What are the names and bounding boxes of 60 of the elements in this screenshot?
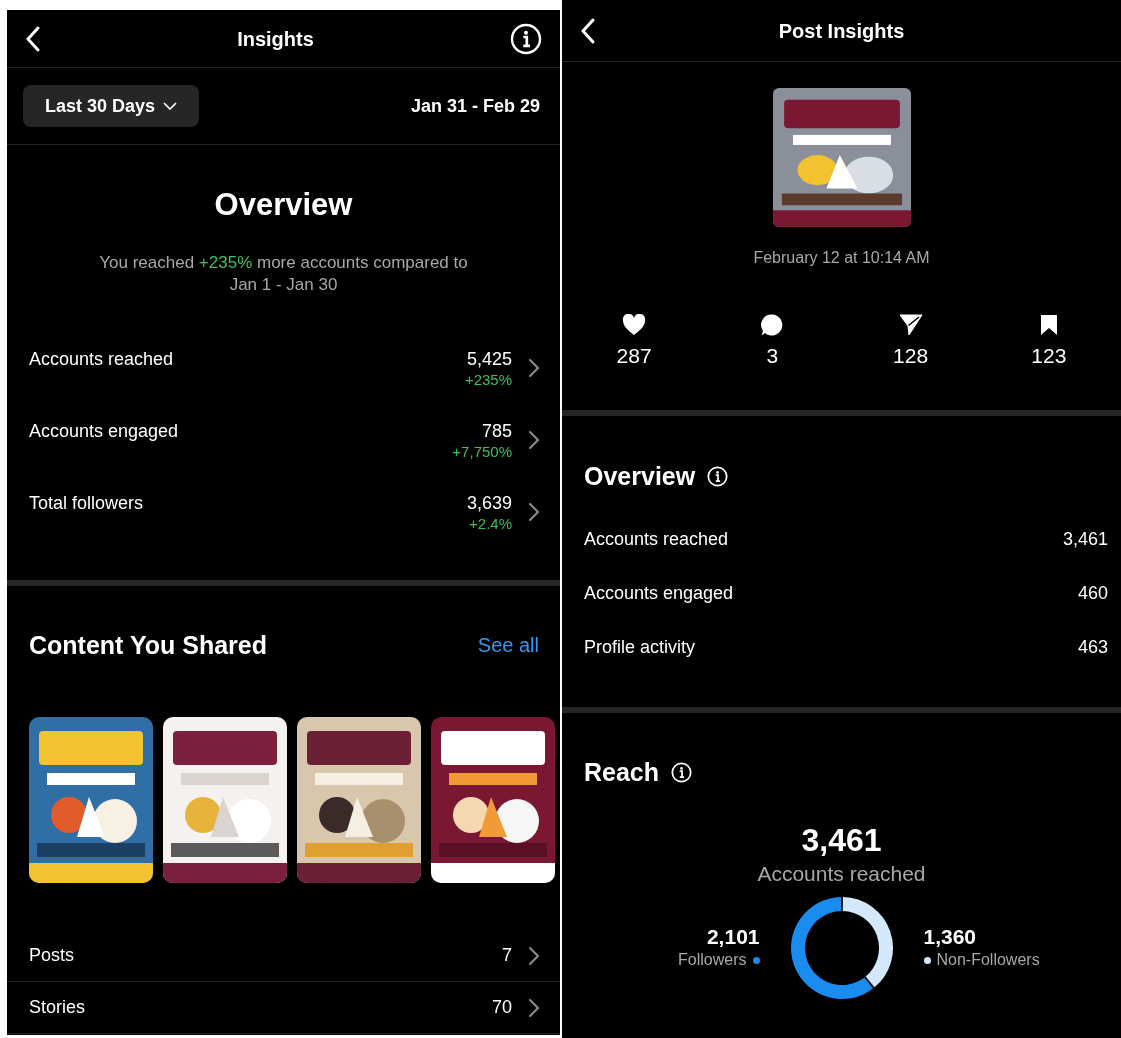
metric-label: Accounts engaged: [584, 581, 735, 605]
chevron-right-icon: [528, 430, 540, 450]
screen-title: Post Insights: [778, 18, 905, 44]
back-icon[interactable]: [25, 25, 41, 52]
see-all-link[interactable]: See all: [477, 630, 539, 660]
info-icon[interactable]: [671, 761, 693, 783]
metric-change: +2.4%: [469, 514, 512, 534]
content-row[interactable]: Posts 7: [7, 930, 560, 982]
stat-count: 123: [1031, 344, 1067, 368]
chevron-right-icon: [528, 502, 540, 522]
content-row[interactable]: Stories 70: [7, 982, 560, 1034]
reach-total: 3,461: [801, 822, 882, 858]
info-icon[interactable]: [707, 465, 729, 487]
metric-label: Profile activity: [584, 635, 697, 659]
back-icon[interactable]: [580, 17, 596, 44]
metric-value: 5,425: [466, 348, 512, 370]
stat-count: 3: [766, 344, 779, 368]
metric-row[interactable]: Total followers 3,639 +2.4%: [7, 489, 560, 561]
date-range-dropdown[interactable]: Last 30 Days: [23, 85, 200, 127]
row-label: Stories: [29, 996, 87, 1019]
metric-value: 463: [1077, 635, 1108, 659]
stat-count: 287: [616, 344, 652, 368]
paper-plane-icon: [898, 314, 923, 336]
section-title: Content You Shared: [29, 630, 267, 660]
metric-row[interactable]: Accounts engaged 785 +7,750%: [7, 417, 560, 489]
metric-row[interactable]: Accounts reached 5,425 +235%: [7, 345, 560, 417]
metric-label: Total followers: [29, 492, 145, 514]
legend-label: Followers: [678, 950, 747, 970]
stat-count: 128: [893, 344, 929, 368]
heart-icon: [622, 314, 647, 336]
info-icon[interactable]: [510, 22, 542, 55]
metric-label: Accounts reached: [29, 348, 175, 370]
metric-label: Accounts reached: [584, 527, 730, 551]
speech-bubble-icon: [760, 313, 785, 337]
row-value: 7: [502, 944, 512, 967]
metric-change: +235%: [464, 370, 512, 390]
chevron-down-icon: [163, 101, 178, 111]
chevron-right-icon: [528, 945, 540, 966]
metric-value: 460: [1077, 581, 1108, 605]
section-title: Overview: [214, 186, 353, 224]
reach-label: Accounts reached: [757, 861, 926, 887]
date-range: Jan 31 - Feb 29: [410, 94, 540, 118]
metric-value: 3,639: [466, 492, 512, 514]
legend-label: Non-Followers: [936, 950, 1040, 970]
row-value: 70: [491, 996, 512, 1019]
chevron-right-icon: [528, 997, 540, 1018]
screen-title: Insights: [237, 26, 314, 52]
metric-value: 3,461: [1062, 527, 1108, 551]
section-title: Overview: [584, 461, 696, 491]
metric-change: +7,750%: [452, 442, 512, 462]
metric-label: Accounts engaged: [29, 420, 180, 442]
metric-value: 785: [481, 420, 512, 442]
bookmark-icon: [1039, 314, 1058, 336]
post-date: February 12 at 10:14 AM: [753, 248, 930, 268]
legend-value: 2,101: [706, 925, 760, 949]
legend-value: 1,360: [923, 925, 977, 949]
chevron-right-icon: [528, 358, 540, 378]
row-label: Posts: [29, 944, 76, 967]
section-title: Reach: [584, 757, 660, 787]
summary-text: You reached +235% more accounts compared to Jan 1 - Jan 30: [98, 252, 469, 296]
